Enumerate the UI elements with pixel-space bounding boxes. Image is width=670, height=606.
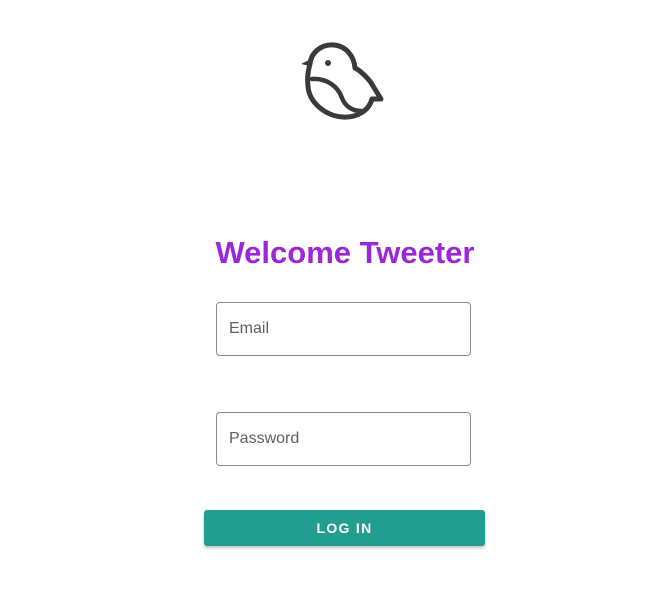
- page-title: Welcome Tweeter: [215, 235, 475, 270]
- login-page: Welcome Tweeter LOG IN: [0, 0, 670, 606]
- email-field[interactable]: [216, 302, 471, 356]
- password-field[interactable]: [216, 412, 471, 466]
- bird-icon: [298, 40, 386, 122]
- password-input[interactable]: [217, 413, 470, 465]
- login-button[interactable]: LOG IN: [204, 510, 485, 546]
- email-input[interactable]: [217, 303, 470, 355]
